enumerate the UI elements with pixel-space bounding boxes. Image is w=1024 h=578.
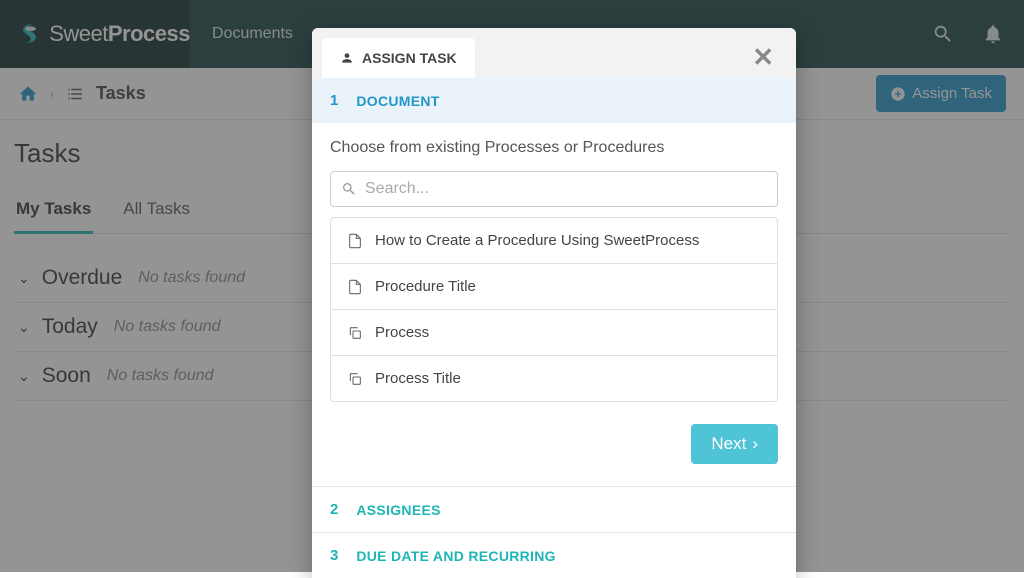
step-label: DUE DATE AND RECURRING [356,548,556,564]
chevron-right-icon: › [752,434,758,454]
search-input[interactable] [365,180,767,198]
document-title: Procedure Title [375,278,476,295]
modal-title: ASSIGN TASK [362,50,457,66]
file-icon [347,279,363,295]
assign-task-modal: ASSIGN TASK ✕ 1 DOCUMENT Choose from exi… [312,28,796,578]
step-number: 3 [330,547,338,564]
next-button[interactable]: Next › [691,424,778,464]
document-item[interactable]: How to Create a Procedure Using SweetPro… [331,218,777,264]
step-instruction: Choose from existing Processes or Proced… [330,139,778,157]
step-label: DOCUMENT [356,93,439,109]
step-number: 1 [330,92,338,109]
document-search[interactable] [330,171,778,207]
step-label: ASSIGNEES [356,502,440,518]
step-duedate-header[interactable]: 3 DUE DATE AND RECURRING [312,532,796,578]
close-button[interactable]: ✕ [744,38,782,77]
step-number: 2 [330,501,338,518]
copy-icon [347,371,363,387]
document-item[interactable]: Process Title [331,356,777,401]
document-title: How to Create a Procedure Using SweetPro… [375,232,699,249]
person-icon [340,51,354,65]
step-assignees-header[interactable]: 2 ASSIGNEES [312,486,796,532]
file-icon [347,233,363,249]
next-button-label: Next [711,434,746,454]
document-list: How to Create a Procedure Using SweetPro… [330,217,778,402]
document-title: Process Title [375,370,461,387]
step-document-header[interactable]: 1 DOCUMENT [312,78,796,123]
document-item[interactable]: Procedure Title [331,264,777,310]
modal-title-tab: ASSIGN TASK [322,38,475,78]
document-title: Process [375,324,429,341]
modal-header: ASSIGN TASK ✕ [312,28,796,78]
document-item[interactable]: Process [331,310,777,356]
step-document-body: Choose from existing Processes or Proced… [312,123,796,486]
search-icon [341,181,357,197]
close-icon: ✕ [752,42,774,72]
copy-icon [347,325,363,341]
